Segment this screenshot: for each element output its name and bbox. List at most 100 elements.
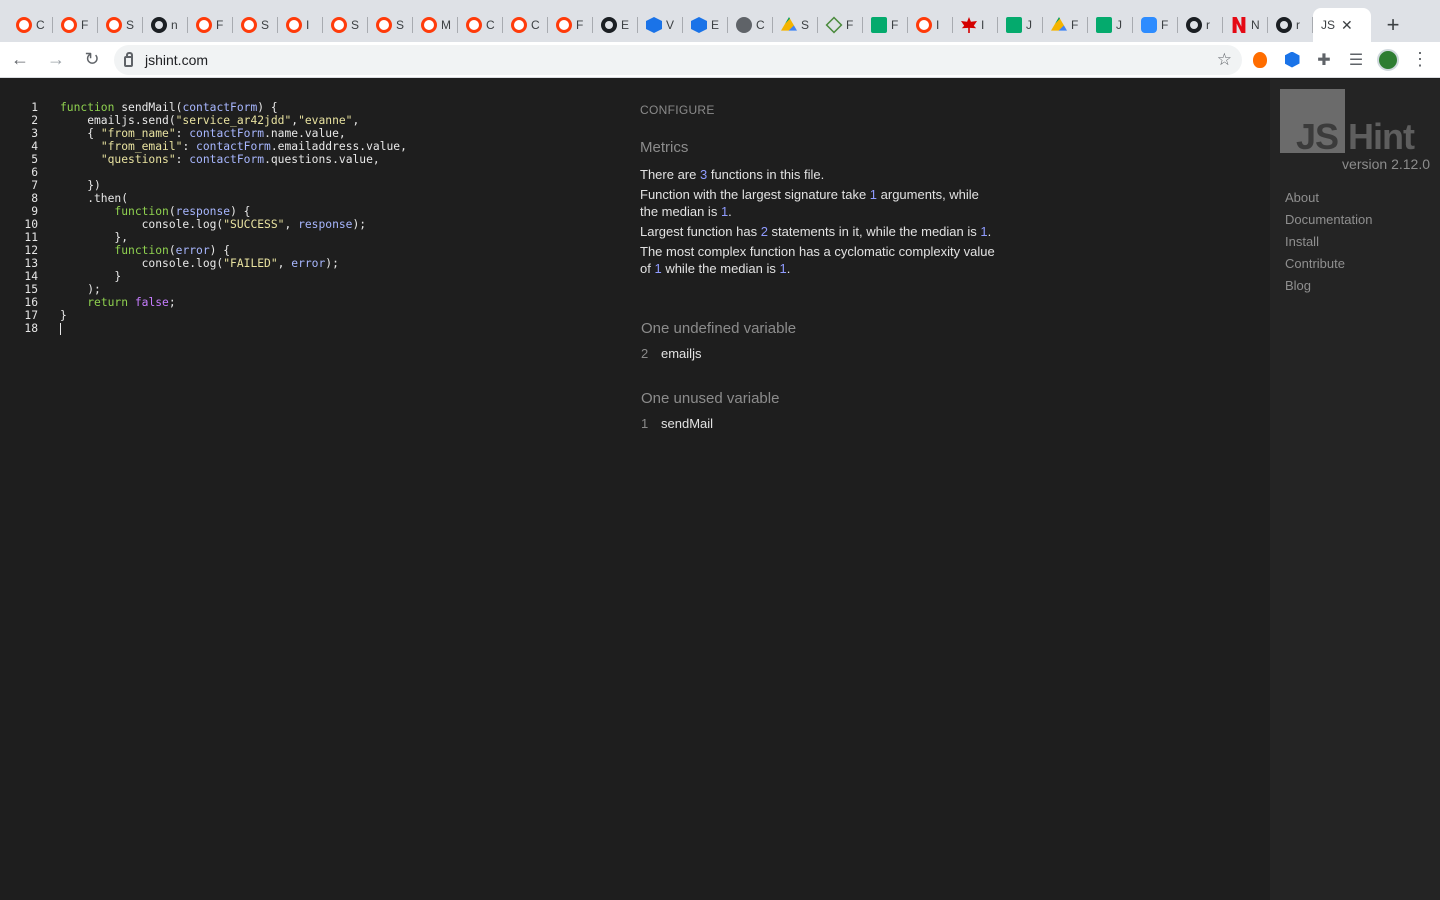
line-ref: 1: [641, 416, 649, 431]
github-icon: [1186, 17, 1202, 33]
fire-icon: [1253, 51, 1267, 68]
browser-tab[interactable]: C: [458, 8, 503, 42]
browser-tab[interactable]: I: [953, 8, 998, 42]
bookmark-star-icon[interactable]: ☆: [1217, 50, 1232, 70]
browser-tab[interactable]: I: [278, 8, 323, 42]
browser-tab[interactable]: E: [683, 8, 728, 42]
w3-icon: [1096, 17, 1112, 33]
code-line: 13 console.log("FAILED", error);: [0, 257, 600, 270]
ring-icon: [61, 17, 77, 33]
version-label: version 2.12.0: [1342, 156, 1430, 172]
globe-icon: [736, 17, 752, 33]
zoom-icon: [1141, 17, 1157, 33]
avatar: [1377, 48, 1399, 71]
ring-icon: [331, 17, 347, 33]
browser-tab[interactable]: n: [143, 8, 188, 42]
nav-link-blog[interactable]: Blog: [1285, 278, 1311, 293]
code-line: 8 .then(: [0, 192, 600, 205]
line-number: 13: [24, 257, 38, 270]
ring-icon: [916, 17, 932, 33]
line-number: 3: [31, 127, 38, 140]
ring-icon: [106, 17, 122, 33]
fire-extension-button[interactable]: [1246, 46, 1274, 74]
browser-tab[interactable]: F: [188, 8, 233, 42]
media-button[interactable]: ☰: [1342, 46, 1370, 74]
browser-tab[interactable]: N: [1223, 8, 1268, 42]
back-button[interactable]: ←: [4, 44, 36, 76]
browser-tab[interactable]: F: [548, 8, 593, 42]
browser-tab[interactable]: S: [368, 8, 413, 42]
line-number: 6: [31, 166, 38, 179]
browser-tab[interactable]: M: [413, 8, 458, 42]
unused-variable-row[interactable]: 1 sendMail: [641, 416, 713, 431]
code-line: 17 }: [0, 309, 600, 322]
nav-link-install[interactable]: Install: [1285, 234, 1319, 249]
browser-tab[interactable]: I: [908, 8, 953, 42]
ring-icon: [196, 17, 212, 33]
metric-statements: Largest function has 2 statements in it,…: [640, 224, 992, 239]
browser-tab[interactable]: C: [503, 8, 548, 42]
url-text[interactable]: jshint.com: [145, 52, 1217, 68]
browser-tab[interactable]: S: [773, 8, 818, 42]
browser-tab[interactable]: S: [233, 8, 278, 42]
line-number: 7: [31, 179, 38, 192]
line-number: 2: [31, 114, 38, 127]
netflix-icon: [1232, 17, 1246, 33]
nav-link-documentation[interactable]: Documentation: [1285, 212, 1372, 227]
line-number: 17: [24, 309, 38, 322]
line-number: 14: [24, 270, 38, 283]
code-editor[interactable]: 1 function sendMail(contactForm) { 2 ema…: [0, 101, 600, 335]
jshint-logo[interactable]: JS Hint: [1280, 89, 1430, 157]
browser-tab[interactable]: r: [1268, 8, 1313, 42]
code-line: 2 emailjs.send("service_ar42jdd","evanne…: [0, 114, 600, 127]
browser-tab[interactable]: F: [863, 8, 908, 42]
browser-tab[interactable]: E: [593, 8, 638, 42]
code-line: 15 );: [0, 283, 600, 296]
browser-tab[interactable]: S: [323, 8, 368, 42]
browser-tab[interactable]: V: [638, 8, 683, 42]
extensions-button[interactable]: ✚: [1310, 46, 1338, 74]
code-line: 5 "questions": contactForm.questions.val…: [0, 153, 600, 166]
hex-extension-button[interactable]: [1278, 46, 1306, 74]
nav-link-contribute[interactable]: Contribute: [1285, 256, 1345, 271]
browser-tab[interactable]: J: [1088, 8, 1133, 42]
ring-icon: [511, 17, 527, 33]
browser-tab[interactable]: C: [8, 8, 53, 42]
undefined-variable-row[interactable]: 2 emailjs: [641, 346, 701, 361]
reload-button[interactable]: ↻: [76, 44, 108, 76]
hex-icon: [646, 17, 662, 33]
sidebar: JS Hint version 2.12.0 About Documentati…: [1270, 79, 1440, 900]
browser-tab[interactable]: J: [998, 8, 1043, 42]
browser-toolbar: ← → ↻ jshint.com ☆ ✚ ☰ ⋮: [0, 42, 1440, 78]
line-number: 18: [24, 322, 38, 335]
nav-link-about[interactable]: About: [1285, 190, 1319, 205]
menu-button[interactable]: ⋮: [1406, 46, 1434, 74]
ring-icon: [16, 17, 32, 33]
w3-icon: [871, 17, 887, 33]
close-tab-icon[interactable]: ✕: [1341, 17, 1353, 34]
browser-tab-active[interactable]: JS ✕: [1313, 8, 1371, 42]
hex-icon: [691, 17, 707, 33]
browser-tab[interactable]: S: [98, 8, 143, 42]
profile-button[interactable]: [1374, 46, 1402, 74]
address-bar[interactable]: jshint.com ☆: [114, 44, 1242, 75]
line-number: 11: [24, 231, 38, 244]
browser-tab[interactable]: r: [1178, 8, 1223, 42]
code-line: 11 },: [0, 231, 600, 244]
line-number: 8: [31, 192, 38, 205]
code-line: 18: [0, 322, 600, 335]
ring-icon: [556, 17, 572, 33]
browser-tab[interactable]: C: [728, 8, 773, 42]
code-line: 1 function sendMail(contactForm) {: [0, 101, 600, 114]
forward-button[interactable]: →: [40, 44, 72, 76]
browser-tab[interactable]: F: [1133, 8, 1178, 42]
new-tab-button[interactable]: +: [1377, 9, 1409, 41]
ring-icon: [286, 17, 302, 33]
github-icon: [601, 17, 617, 33]
configure-link[interactable]: CONFIGURE: [640, 103, 715, 117]
ring-icon: [466, 17, 482, 33]
browser-tab[interactable]: F: [53, 8, 98, 42]
browser-tab[interactable]: F: [818, 8, 863, 42]
browser-tab[interactable]: F: [1043, 8, 1088, 42]
lock-icon[interactable]: [124, 51, 133, 67]
